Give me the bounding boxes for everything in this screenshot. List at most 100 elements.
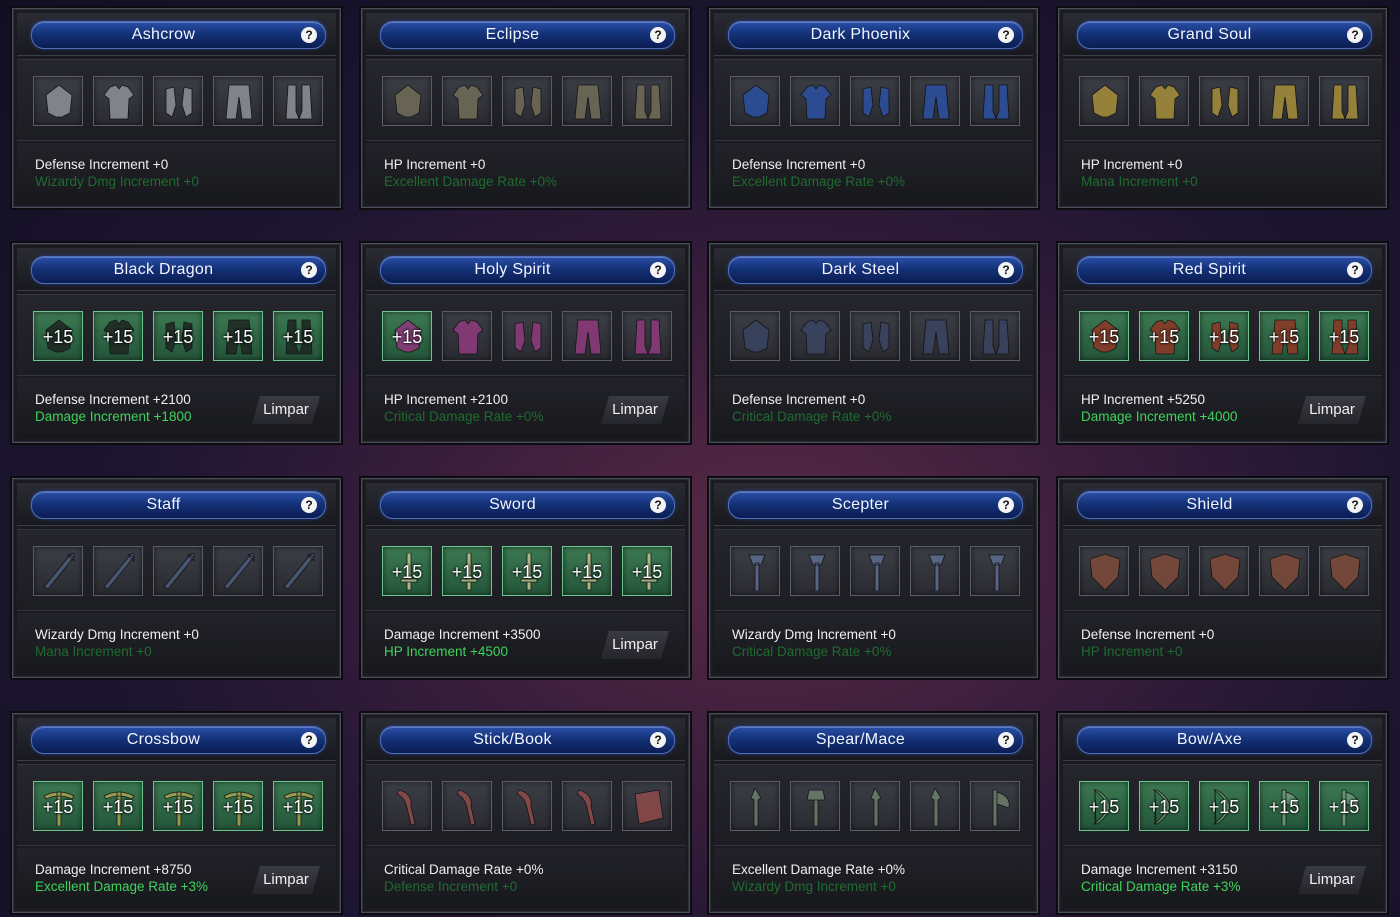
item-slot[interactable]	[910, 76, 960, 126]
item-slot[interactable]: +15	[382, 546, 432, 596]
item-slot[interactable]: +15	[213, 781, 263, 831]
item-slot[interactable]: +15	[1319, 781, 1369, 831]
item-slot[interactable]	[153, 546, 203, 596]
item-slot[interactable]	[442, 311, 492, 361]
item-slot[interactable]	[790, 781, 840, 831]
item-slot[interactable]	[153, 76, 203, 126]
help-icon[interactable]: ?	[998, 497, 1014, 513]
item-slot[interactable]	[850, 546, 900, 596]
item-slot[interactable]: +15	[213, 311, 263, 361]
item-slot[interactable]: +15	[153, 781, 203, 831]
help-icon[interactable]: ?	[1347, 27, 1363, 43]
item-slot[interactable]	[622, 781, 672, 831]
clear-button[interactable]: Limpar	[601, 631, 669, 659]
clear-button[interactable]: Limpar	[252, 866, 320, 894]
item-slot[interactable]: +15	[1139, 311, 1189, 361]
item-slot[interactable]: +15	[33, 781, 83, 831]
item-slot[interactable]	[382, 781, 432, 831]
help-icon[interactable]: ?	[650, 27, 666, 43]
item-slot[interactable]	[33, 546, 83, 596]
item-slot[interactable]: +15	[1259, 311, 1309, 361]
item-slot[interactable]: +15	[273, 311, 323, 361]
item-slot[interactable]	[970, 781, 1020, 831]
help-icon[interactable]: ?	[650, 497, 666, 513]
item-slot[interactable]: +15	[273, 781, 323, 831]
item-slot[interactable]	[93, 546, 143, 596]
item-slot[interactable]	[562, 76, 612, 126]
item-slot[interactable]	[622, 311, 672, 361]
item-slot[interactable]	[1139, 76, 1189, 126]
item-slot[interactable]: +15	[1199, 311, 1249, 361]
help-icon[interactable]: ?	[301, 262, 317, 278]
clear-button[interactable]: Limpar	[252, 396, 320, 424]
item-slot[interactable]	[1199, 76, 1249, 126]
item-slot[interactable]: +15	[562, 546, 612, 596]
item-slot[interactable]: +15	[1199, 781, 1249, 831]
item-slot[interactable]	[850, 781, 900, 831]
item-slot[interactable]: +15	[1139, 781, 1189, 831]
help-icon[interactable]: ?	[1347, 262, 1363, 278]
item-slot[interactable]: +15	[93, 311, 143, 361]
help-icon[interactable]: ?	[998, 262, 1014, 278]
item-slot[interactable]	[213, 546, 263, 596]
item-slot[interactable]	[622, 76, 672, 126]
item-slot[interactable]: +15	[382, 311, 432, 361]
item-slot[interactable]	[970, 76, 1020, 126]
item-slot[interactable]: +15	[93, 781, 143, 831]
item-slot[interactable]	[850, 311, 900, 361]
item-slot[interactable]	[730, 311, 780, 361]
help-icon[interactable]: ?	[301, 732, 317, 748]
item-slot[interactable]	[1259, 546, 1309, 596]
item-slot[interactable]	[790, 546, 840, 596]
item-slot[interactable]	[910, 781, 960, 831]
help-icon[interactable]: ?	[650, 732, 666, 748]
item-slot[interactable]	[273, 546, 323, 596]
item-slot[interactable]	[730, 546, 780, 596]
item-slot[interactable]	[442, 76, 492, 126]
item-slot[interactable]	[562, 781, 612, 831]
item-slot[interactable]: +15	[1079, 781, 1129, 831]
clear-button[interactable]: Limpar	[1298, 866, 1366, 894]
item-slot[interactable]: +15	[622, 546, 672, 596]
item-slot[interactable]	[910, 311, 960, 361]
item-slot[interactable]	[502, 311, 552, 361]
item-slot[interactable]	[442, 781, 492, 831]
item-slot[interactable]	[1259, 76, 1309, 126]
clear-button[interactable]: Limpar	[601, 396, 669, 424]
item-slot[interactable]	[970, 311, 1020, 361]
item-slot[interactable]	[1079, 546, 1129, 596]
help-icon[interactable]: ?	[1347, 732, 1363, 748]
item-slot[interactable]	[730, 76, 780, 126]
help-icon[interactable]: ?	[1347, 497, 1363, 513]
item-slot[interactable]	[382, 76, 432, 126]
item-slot[interactable]	[910, 546, 960, 596]
help-icon[interactable]: ?	[998, 27, 1014, 43]
item-slot[interactable]	[1139, 546, 1189, 596]
item-slot[interactable]: +15	[33, 311, 83, 361]
help-icon[interactable]: ?	[650, 262, 666, 278]
item-slot[interactable]	[1319, 76, 1369, 126]
clear-button[interactable]: Limpar	[1298, 396, 1366, 424]
item-slot[interactable]	[213, 76, 263, 126]
item-slot[interactable]: +15	[1259, 781, 1309, 831]
item-slot[interactable]	[790, 76, 840, 126]
help-icon[interactable]: ?	[301, 27, 317, 43]
item-slot[interactable]: +15	[442, 546, 492, 596]
item-slot[interactable]: +15	[502, 546, 552, 596]
item-slot[interactable]	[562, 311, 612, 361]
item-slot[interactable]	[850, 76, 900, 126]
item-slot[interactable]	[1079, 76, 1129, 126]
item-slot[interactable]	[33, 76, 83, 126]
item-slot[interactable]	[1319, 546, 1369, 596]
item-slot[interactable]	[730, 781, 780, 831]
item-slot[interactable]	[790, 311, 840, 361]
item-slot[interactable]	[970, 546, 1020, 596]
item-slot[interactable]: +15	[153, 311, 203, 361]
item-slot[interactable]: +15	[1319, 311, 1369, 361]
help-icon[interactable]: ?	[998, 732, 1014, 748]
item-slot[interactable]	[1199, 546, 1249, 596]
item-slot[interactable]	[502, 76, 552, 126]
item-slot[interactable]: +15	[1079, 311, 1129, 361]
help-icon[interactable]: ?	[301, 497, 317, 513]
item-slot[interactable]	[502, 781, 552, 831]
